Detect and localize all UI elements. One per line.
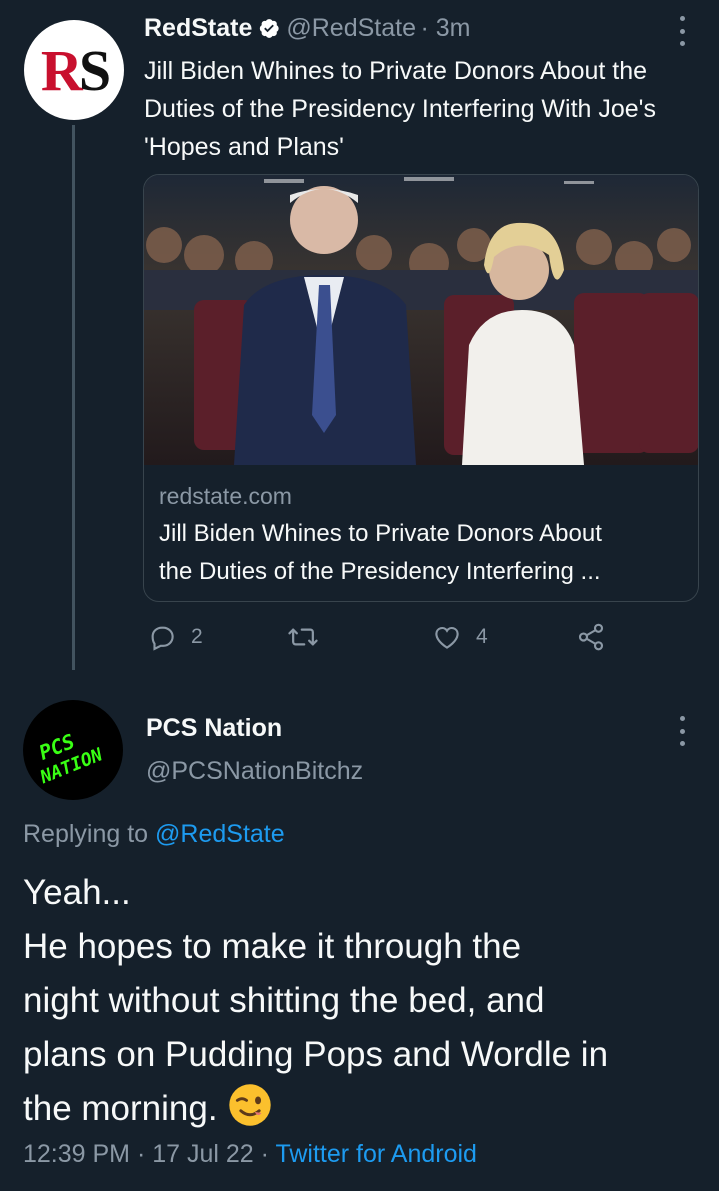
reply-count: 2 xyxy=(191,625,203,648)
tweet-meta: 12:39 PM · 17 Jul 22 · Twitter for Andro… xyxy=(23,1140,477,1169)
reply-line-last: the morning. xyxy=(23,1082,703,1136)
retweet-button[interactable] xyxy=(287,622,333,652)
share-icon xyxy=(578,623,604,651)
reply-button[interactable]: 2 xyxy=(147,622,203,652)
verified-badge-icon xyxy=(260,19,280,38)
source-link[interactable]: Twitter for Android xyxy=(275,1140,476,1168)
tweet1-text: Jill Biden Whines to Private Donors Abou… xyxy=(144,57,656,161)
reply-line: Yeah... xyxy=(23,873,131,912)
reply-line-text: the morning. xyxy=(23,1089,218,1128)
card-title: Jill Biden Whines to Private Donors Abou… xyxy=(159,515,687,591)
card-photo xyxy=(144,175,698,465)
winking-face-emoji-icon xyxy=(229,1084,271,1126)
thread-line xyxy=(72,125,75,670)
reply-line: He hopes to make it through the xyxy=(23,927,522,966)
tweet-time[interactable]: · 3m xyxy=(420,14,470,42)
more-options-icon[interactable] xyxy=(677,16,687,46)
redstate-avatar[interactable]: RS xyxy=(24,20,124,120)
avatar-letter-r: R xyxy=(40,37,83,103)
share-button[interactable] xyxy=(576,622,620,652)
like-button[interactable]: 4 xyxy=(432,622,488,652)
timestamp[interactable]: 12:39 PM · 17 Jul 22 · xyxy=(23,1140,275,1168)
reply-line: plans on Pudding Pops and Wordle in xyxy=(23,1035,609,1074)
reply-author-name[interactable]: PCS Nation xyxy=(146,714,282,743)
card-domain: redstate.com xyxy=(159,483,292,509)
avatar-letter-s: S xyxy=(78,37,111,103)
tweet1-header: RedState @RedState · 3m xyxy=(144,14,470,43)
reply-author-handle[interactable]: @PCSNationBitchz xyxy=(146,757,363,786)
retweet-icon xyxy=(288,628,318,646)
card-title-line2: the Duties of the Presidency Interfering… xyxy=(159,558,601,585)
replying-prefix: Replying to xyxy=(23,820,156,848)
author-handle[interactable]: @RedState xyxy=(286,14,416,42)
like-count: 4 xyxy=(476,625,488,648)
reply-text: Yeah... He hopes to make it through the … xyxy=(23,866,703,1136)
reply-icon xyxy=(151,626,174,651)
reply-line: night without shitting the bed, and xyxy=(23,981,545,1020)
heart-icon xyxy=(435,626,459,649)
link-card[interactable]: redstate.com Jill Biden Whines to Privat… xyxy=(143,174,699,602)
reply-more-options-icon[interactable] xyxy=(677,716,687,746)
replying-to: Replying to @RedState xyxy=(23,820,285,849)
replying-handle-link[interactable]: @RedState xyxy=(155,820,285,848)
author-name[interactable]: RedState xyxy=(144,14,252,42)
card-title-line1: Jill Biden Whines to Private Donors Abou… xyxy=(159,520,602,547)
pcs-nation-avatar[interactable]: PCS NATION xyxy=(23,700,123,800)
